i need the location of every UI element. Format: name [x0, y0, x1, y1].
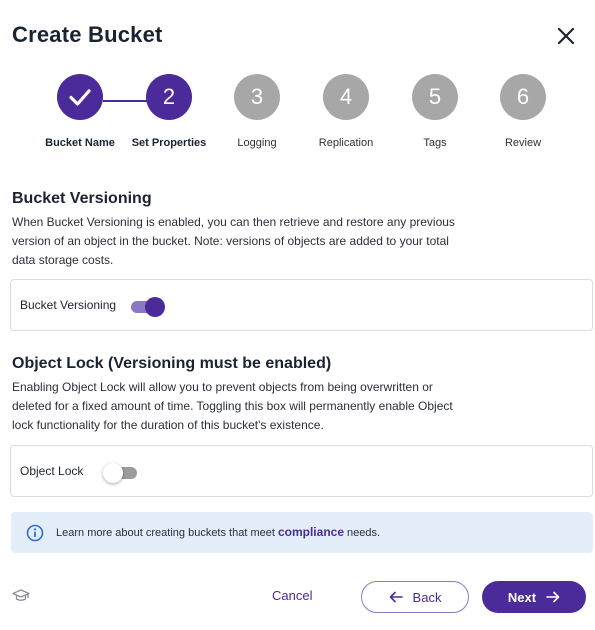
versioning-description: When Bucket Versioning is enabled, you c… [12, 215, 455, 267]
step-review[interactable]: 6 Review [468, 74, 578, 149]
info-text-before: Learn more about creating buckets that m… [56, 527, 278, 539]
object-lock-toggle[interactable] [103, 463, 137, 483]
graduation-cap-icon[interactable] [12, 588, 30, 604]
step-circle-pending: 6 [500, 74, 546, 120]
back-button[interactable]: Back [361, 581, 469, 613]
checkmark-icon [69, 89, 91, 106]
versioning-title: Bucket Versioning [12, 190, 152, 207]
step-circle-active: 2 [146, 74, 192, 120]
back-button-label: Back [412, 589, 442, 605]
toggle-knob [103, 463, 123, 483]
compliance-info-banner: Learn more about creating buckets that m… [11, 512, 593, 553]
step-circle-pending: 5 [412, 74, 458, 120]
arrow-right-icon [546, 591, 560, 603]
step-circle-pending: 4 [323, 74, 369, 120]
versioning-section: Bucket Versioning When Bucket Versioning… [12, 190, 582, 270]
info-text: Learn more about creating buckets that m… [56, 525, 380, 539]
object-lock-card: Object Lock [10, 445, 593, 497]
step-circle-done [57, 74, 103, 120]
cancel-button[interactable]: Cancel [272, 588, 312, 603]
object-lock-toggle-label: Object Lock [20, 464, 84, 478]
toggle-knob [145, 297, 165, 317]
next-button-label: Next [507, 589, 537, 605]
step-label: Review [504, 137, 542, 149]
object-lock-title: Object Lock (Versioning must be enabled) [12, 355, 332, 372]
info-text-after: needs. [344, 527, 381, 539]
dialog-title: Create Bucket [12, 22, 163, 47]
arrow-left-icon [389, 591, 403, 603]
versioning-card: Bucket Versioning [10, 279, 593, 331]
dialog-header: Create Bucket [12, 22, 582, 52]
versioning-toggle-label: Bucket Versioning [20, 298, 117, 312]
object-lock-section: Object Lock (Versioning must be enabled)… [12, 355, 582, 435]
close-icon[interactable] [554, 24, 578, 48]
versioning-toggle[interactable] [131, 297, 165, 317]
next-button[interactable]: Next [482, 581, 586, 613]
object-lock-description: Enabling Object Lock will allow you to p… [12, 380, 453, 432]
step-circle-pending: 3 [234, 74, 280, 120]
stepper: Bucket Name 2 Set Properties 3 Logging 4… [0, 74, 595, 160]
info-icon [26, 524, 44, 542]
compliance-link[interactable]: compliance [278, 525, 344, 539]
